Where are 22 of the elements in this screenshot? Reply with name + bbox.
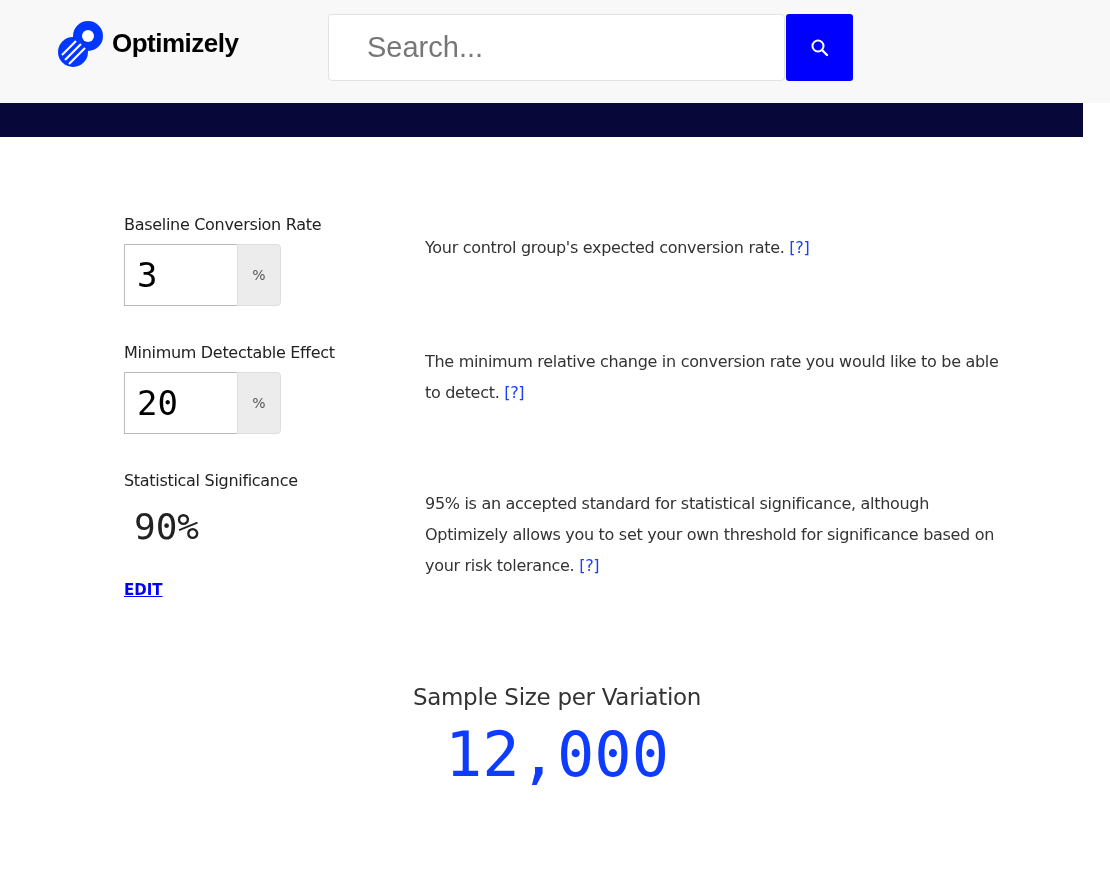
result-label: Sample Size per Variation	[412, 684, 702, 710]
percent-addon: %	[237, 372, 281, 434]
search-icon	[809, 37, 830, 58]
logo-text: Optimizely	[112, 28, 239, 59]
field-description: 95% is an accepted standard for statistical significance, although Optimizely allows you to set your own threshold for significance based on your risk tolerance. [?]	[425, 493, 996, 577]
logo-icon	[56, 18, 106, 69]
field-label: Statistical Significance	[124, 471, 299, 490]
field-label: Baseline Conversion Rate	[124, 215, 323, 234]
field-description: The minimum relative change in conversion rate you would like to be able to detect. [?]	[425, 351, 1000, 404]
help-link[interactable]: [?]	[789, 238, 810, 257]
sample-size-value: 12,000	[445, 718, 669, 791]
number-input[interactable]: 3	[124, 244, 237, 306]
field-description: Your control group's expected conversion rate. [?]	[425, 237, 811, 259]
number-input[interactable]: 20	[124, 372, 237, 434]
help-link[interactable]: [?]	[504, 383, 525, 402]
search-button[interactable]	[786, 14, 853, 81]
search-field[interactable]: Search...	[328, 14, 785, 81]
significance-value: 90%	[133, 506, 201, 547]
help-link[interactable]: [?]	[579, 556, 600, 575]
edit-link[interactable]: EDIT	[124, 581, 163, 599]
percent-addon: %	[237, 244, 281, 306]
field-label: Minimum Detectable Effect	[124, 343, 336, 362]
